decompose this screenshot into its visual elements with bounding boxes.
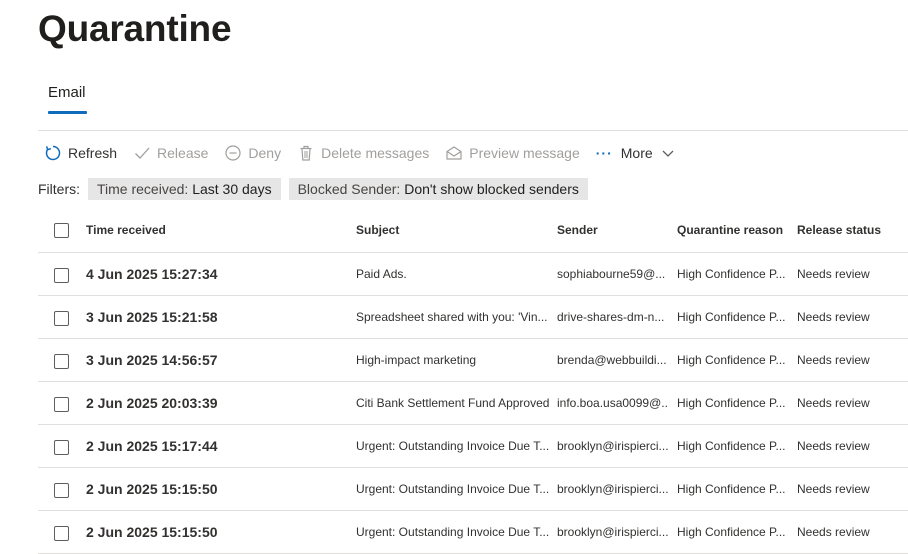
filter-key: Time received: bbox=[97, 181, 189, 197]
select-all-checkbox[interactable] bbox=[54, 223, 69, 238]
release-label: Release bbox=[157, 145, 209, 161]
quarantine-reason-cell: High Confidence P... bbox=[677, 482, 786, 496]
quarantine-reason-cell: High Confidence P... bbox=[677, 439, 786, 453]
time-received-cell: 2 Jun 2025 15:15:50 bbox=[86, 524, 218, 540]
time-received-cell: 4 Jun 2025 15:27:34 bbox=[86, 266, 218, 282]
quarantine-reason-cell: High Confidence P... bbox=[677, 396, 786, 410]
sender-cell: brooklyn@irispierci... bbox=[557, 439, 669, 453]
quarantine-table: Time received Subject Sender Quarantine … bbox=[38, 209, 908, 554]
release-status-cell: Needs review bbox=[797, 353, 870, 367]
filter-value: Last 30 days bbox=[192, 181, 272, 197]
time-received-cell: 3 Jun 2025 14:56:57 bbox=[86, 352, 218, 368]
deny-icon bbox=[225, 145, 242, 161]
filters-bar: Filters: Time received: Last 30 days Blo… bbox=[38, 177, 596, 201]
release-status-cell: Needs review bbox=[797, 267, 870, 281]
delete-messages-button[interactable]: Delete messages bbox=[297, 144, 429, 162]
release-button[interactable]: Release bbox=[133, 144, 208, 162]
release-status-cell: Needs review bbox=[797, 310, 870, 324]
release-status-cell: Needs review bbox=[797, 439, 870, 453]
time-received-cell: 3 Jun 2025 15:21:58 bbox=[86, 309, 218, 325]
chevron-down-icon bbox=[662, 150, 674, 157]
subject-cell: High-impact marketing bbox=[356, 353, 477, 367]
table-row[interactable]: 3 Jun 2025 15:21:58 Spreadsheet shared wi… bbox=[38, 296, 908, 339]
page-title: Quarantine bbox=[38, 8, 232, 49]
time-received-cell: 2 Jun 2025 15:17:44 bbox=[86, 438, 218, 454]
table-row[interactable]: 3 Jun 2025 14:56:57 High-impact marketing… bbox=[38, 339, 908, 382]
column-header-time-received[interactable]: Time received bbox=[86, 209, 336, 252]
sender-cell: drive-shares-dm-n... bbox=[557, 310, 665, 324]
subject-cell: Urgent: Outstanding Invoice Due T... bbox=[356, 439, 550, 453]
checkmark-icon bbox=[135, 147, 150, 159]
refresh-button[interactable]: Refresh bbox=[44, 144, 117, 162]
filter-blocked-sender[interactable]: Blocked Sender: Don't show blocked sende… bbox=[288, 178, 588, 200]
time-received-cell: 2 Jun 2025 20:03:39 bbox=[86, 395, 218, 411]
filter-time-received[interactable]: Time received: Last 30 days bbox=[88, 178, 281, 200]
sender-cell: brooklyn@irispierci... bbox=[557, 525, 669, 539]
filter-value: Don't show blocked senders bbox=[404, 181, 579, 197]
tab-selected-indicator bbox=[48, 111, 87, 114]
open-envelope-icon bbox=[446, 146, 462, 160]
filter-key: Blocked Sender: bbox=[297, 181, 401, 197]
sender-cell: sophiabourne59@... bbox=[557, 267, 666, 281]
divider bbox=[38, 130, 908, 131]
refresh-icon bbox=[45, 145, 61, 161]
table-row[interactable]: 4 Jun 2025 15:27:34 Paid Ads. sophiabourne… bbox=[38, 253, 908, 296]
table-header: Time received Subject Sender Quarantine … bbox=[38, 209, 908, 253]
column-header-quarantine-reason[interactable]: Quarantine reason bbox=[677, 209, 789, 252]
row-checkbox[interactable] bbox=[54, 354, 69, 369]
table-row[interactable]: 2 Jun 2025 15:15:50 Urgent: Outstanding I… bbox=[38, 511, 908, 554]
row-checkbox[interactable] bbox=[54, 526, 69, 541]
row-checkbox[interactable] bbox=[54, 440, 69, 455]
table-row[interactable]: 2 Jun 2025 20:03:39 Citi Bank Settlement … bbox=[38, 382, 908, 425]
deny-button[interactable]: Deny bbox=[224, 144, 281, 162]
filters-label: Filters: bbox=[38, 181, 80, 197]
subject-cell: Citi Bank Settlement Fund Approved bbox=[356, 396, 550, 410]
time-received-cell: 2 Jun 2025 15:15:50 bbox=[86, 481, 218, 497]
sender-cell: brooklyn@irispierci... bbox=[557, 482, 669, 496]
column-header-release-status[interactable]: Release status bbox=[797, 209, 907, 252]
column-header-sender[interactable]: Sender bbox=[557, 209, 669, 252]
column-header-subject[interactable]: Subject bbox=[356, 209, 550, 252]
sender-cell: info.boa.usa0099@... bbox=[557, 396, 669, 410]
quarantine-reason-cell: High Confidence P... bbox=[677, 267, 786, 281]
tab-email[interactable]: Email bbox=[48, 84, 86, 101]
refresh-label: Refresh bbox=[68, 145, 118, 161]
more-label: More bbox=[620, 145, 653, 161]
row-checkbox[interactable] bbox=[54, 268, 69, 283]
deny-label: Deny bbox=[248, 145, 282, 161]
quarantine-reason-cell: High Confidence P... bbox=[677, 353, 786, 367]
release-status-cell: Needs review bbox=[797, 525, 870, 539]
toolbar: Refresh Release Deny Delete messages Pre… bbox=[44, 141, 692, 165]
table-row[interactable]: 2 Jun 2025 15:17:44 Urgent: Outstanding I… bbox=[38, 425, 908, 468]
quarantine-reason-cell: High Confidence P... bbox=[677, 525, 786, 539]
table-body: 4 Jun 2025 15:27:34 Paid Ads. sophiabourne… bbox=[38, 253, 908, 554]
preview-message-button[interactable]: Preview message bbox=[445, 144, 580, 162]
subject-cell: Urgent: Outstanding Invoice Due T... bbox=[356, 525, 550, 539]
row-checkbox[interactable] bbox=[54, 311, 69, 326]
sender-cell: brenda@webbuildi... bbox=[557, 353, 667, 367]
subject-cell: Urgent: Outstanding Invoice Due T... bbox=[356, 482, 550, 496]
more-dots-icon: ··· bbox=[595, 145, 613, 161]
delete-messages-label: Delete messages bbox=[321, 145, 430, 161]
release-status-cell: Needs review bbox=[797, 396, 870, 410]
preview-message-label: Preview message bbox=[469, 145, 580, 161]
quarantine-reason-cell: High Confidence P... bbox=[677, 310, 786, 324]
table-row[interactable]: 2 Jun 2025 15:15:50 Urgent: Outstanding I… bbox=[38, 468, 908, 511]
row-checkbox[interactable] bbox=[54, 397, 69, 412]
row-checkbox[interactable] bbox=[54, 483, 69, 498]
trash-icon bbox=[300, 145, 312, 161]
more-button[interactable]: ··· More bbox=[596, 145, 676, 161]
subject-cell: Spreadsheet shared with you: 'Vin... bbox=[356, 310, 548, 324]
subject-cell: Paid Ads. bbox=[356, 267, 407, 281]
release-status-cell: Needs review bbox=[797, 482, 870, 496]
